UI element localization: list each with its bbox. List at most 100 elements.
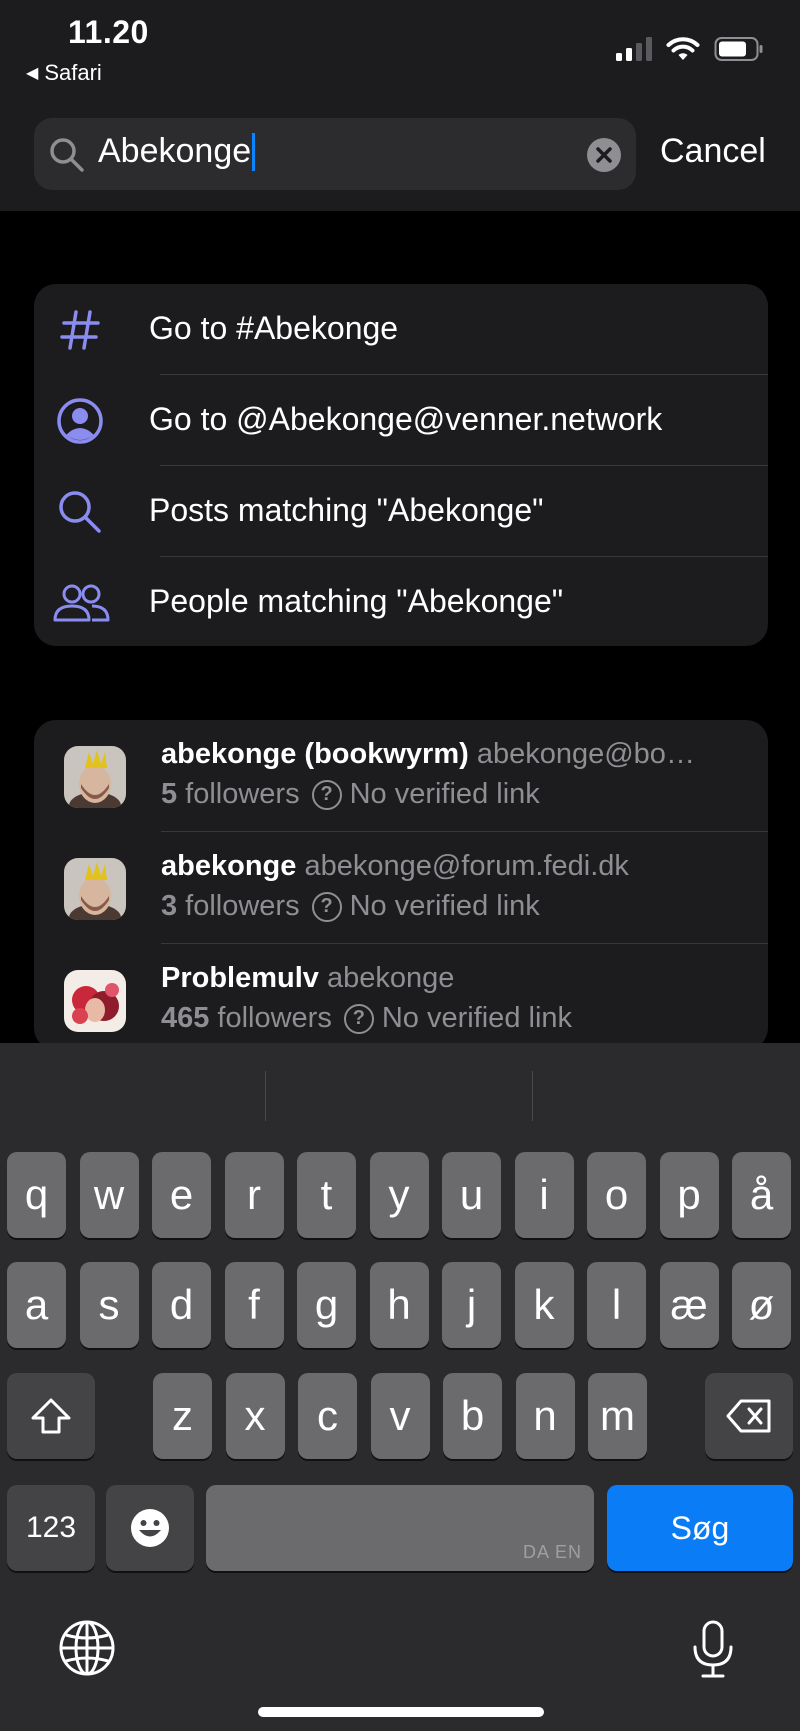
followers-count: 3 xyxy=(161,890,178,922)
key-l[interactable]: l xyxy=(587,1262,646,1348)
cancel-button[interactable]: Cancel xyxy=(660,132,766,171)
people-icon xyxy=(53,584,110,622)
shift-key[interactable] xyxy=(7,1373,95,1459)
suggestion-label: Go to #Abekonge xyxy=(149,310,399,346)
key-k[interactable]: k xyxy=(514,1262,574,1348)
person-row[interactable]: Problemulv abekonge 465 followers ? No v… xyxy=(34,944,768,1050)
prediction-divider xyxy=(532,1071,533,1121)
prediction-divider xyxy=(265,1071,266,1121)
key-v[interactable]: v xyxy=(370,1373,430,1459)
key-y[interactable]: y xyxy=(369,1152,429,1238)
key-o[interactable]: o xyxy=(587,1152,646,1238)
followers-label: followers xyxy=(217,1002,332,1034)
shift-icon xyxy=(31,1398,71,1434)
key-h[interactable]: h xyxy=(369,1262,429,1348)
key-ø[interactable]: ø xyxy=(732,1262,791,1348)
delete-key[interactable] xyxy=(705,1373,793,1459)
person-row[interactable]: abekonge (bookwyrm) abekonge@bo… 5 follo… xyxy=(34,720,768,832)
suggestion-label: Posts matching "Abekonge" xyxy=(149,492,544,528)
key-c[interactable]: c xyxy=(298,1373,357,1459)
go-to-hashtag-row[interactable]: Go to #Abekonge xyxy=(34,284,768,374)
key-z[interactable]: z xyxy=(153,1373,212,1459)
person-display-name: abekonge xyxy=(161,850,297,882)
verification-status: No verified link xyxy=(349,890,540,922)
key-å[interactable]: å xyxy=(732,1152,791,1238)
home-indicator xyxy=(258,1707,544,1717)
followers-count: 465 xyxy=(161,1002,210,1034)
person-handle: abekonge@forum.fedi.dk xyxy=(304,850,629,882)
key-t[interactable]: t xyxy=(297,1152,356,1238)
key-i[interactable]: i xyxy=(514,1152,574,1238)
avatar xyxy=(64,746,126,808)
key-n[interactable]: n xyxy=(515,1373,575,1459)
person-display-name: abekonge (bookwyrm) xyxy=(161,738,469,770)
clear-search-button[interactable] xyxy=(587,138,621,172)
key-q[interactable]: q xyxy=(7,1152,66,1238)
status-time: 11.20 xyxy=(68,14,149,50)
key-p[interactable]: p xyxy=(659,1152,719,1238)
emoji-key[interactable] xyxy=(106,1485,194,1571)
person-display-name: Problemulv xyxy=(161,962,319,994)
suggestion-label: Go to @Abekonge@venner.network xyxy=(149,401,663,437)
search-suggestions-card: Go to #Abekonge Go to @Abekonge@venner.n… xyxy=(34,284,768,646)
software-keyboard: qwertyuiopå asdfghjklæø zxcvbnm 123 DA E… xyxy=(0,1043,800,1731)
key-f[interactable]: f xyxy=(224,1262,284,1348)
key-w[interactable]: w xyxy=(79,1152,139,1238)
microphone-icon[interactable] xyxy=(690,1619,736,1681)
person-meta: 5 followers ? No verified link xyxy=(161,778,540,811)
back-to-app-button[interactable]: ◀ Safari xyxy=(26,60,102,86)
status-icons xyxy=(616,36,764,62)
back-app-label: Safari xyxy=(44,60,102,85)
followers-label: followers xyxy=(185,890,300,922)
person-handle: abekonge xyxy=(327,962,455,994)
person-meta: 465 followers ? No verified link xyxy=(161,1002,572,1035)
person-handle: abekonge@bo… xyxy=(476,738,695,770)
avatar xyxy=(64,970,126,1032)
search-icon xyxy=(59,491,101,533)
emoji-icon xyxy=(131,1509,169,1547)
key-e[interactable]: e xyxy=(152,1152,211,1238)
key-g[interactable]: g xyxy=(297,1262,356,1348)
text-caret xyxy=(252,132,256,171)
verification-status: No verified link xyxy=(349,778,540,810)
person-circle-icon xyxy=(57,398,103,444)
avatar xyxy=(64,858,126,920)
keyboard-language-label: DA EN xyxy=(522,1542,582,1562)
search-input[interactable]: Abekonge xyxy=(98,132,256,171)
back-arrow-icon: ◀ xyxy=(26,65,39,82)
key-j[interactable]: j xyxy=(442,1262,501,1348)
people-matching-row[interactable]: People matching "Abekonge" xyxy=(34,557,768,647)
key-d[interactable]: d xyxy=(152,1262,211,1348)
verification-status: No verified link xyxy=(381,1002,573,1034)
globe-icon[interactable] xyxy=(58,1619,116,1677)
numbers-key[interactable]: 123 xyxy=(7,1485,95,1571)
search-return-key[interactable]: Søg xyxy=(607,1485,793,1571)
wifi-icon xyxy=(666,37,700,60)
question-circle-icon: ? xyxy=(311,891,342,922)
hashtag-icon xyxy=(60,310,100,350)
posts-matching-row[interactable]: Posts matching "Abekonge" xyxy=(34,466,768,556)
battery-icon xyxy=(714,37,763,61)
key-r[interactable]: r xyxy=(224,1152,284,1238)
suggestion-label: People matching "Abekonge" xyxy=(149,583,564,619)
go-to-account-row[interactable]: Go to @Abekonge@venner.network xyxy=(34,375,768,465)
key-x[interactable]: x xyxy=(225,1373,285,1459)
key-a[interactable]: a xyxy=(7,1262,66,1348)
person-name-line: abekonge abekonge@forum.fedi.dk xyxy=(161,850,751,883)
search-icon xyxy=(50,138,84,172)
question-circle-icon: ? xyxy=(311,779,342,810)
search-input-value: Abekonge xyxy=(98,132,252,170)
followers-count: 5 xyxy=(161,778,178,810)
key-s[interactable]: s xyxy=(79,1262,139,1348)
key-m[interactable]: m xyxy=(588,1373,647,1459)
backspace-icon xyxy=(726,1399,771,1433)
key-b[interactable]: b xyxy=(443,1373,502,1459)
key-u[interactable]: u xyxy=(442,1152,501,1238)
people-results-card: abekonge (bookwyrm) abekonge@bo… 5 follo… xyxy=(34,720,768,1050)
followers-label: followers xyxy=(185,778,300,810)
space-key[interactable]: DA EN xyxy=(206,1485,594,1571)
person-row[interactable]: abekonge abekonge@forum.fedi.dk 3 follow… xyxy=(34,832,768,944)
person-meta: 3 followers ? No verified link xyxy=(161,890,540,923)
key-æ[interactable]: æ xyxy=(659,1262,719,1348)
clear-x-icon xyxy=(596,147,612,163)
